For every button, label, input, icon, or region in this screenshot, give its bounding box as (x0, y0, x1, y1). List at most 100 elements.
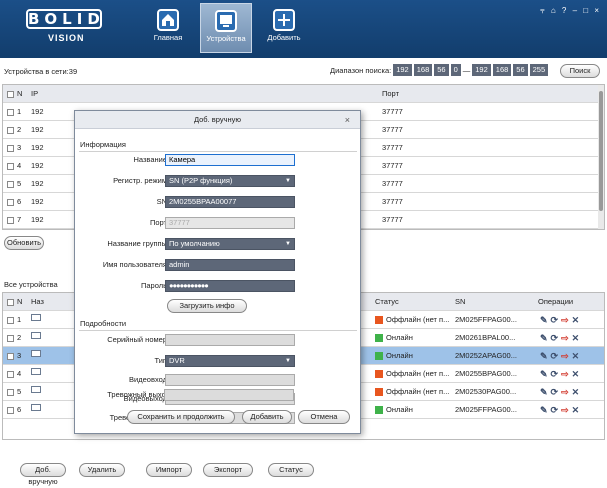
row-checkbox[interactable] (7, 352, 14, 360)
refresh-icon[interactable]: ⟳ (551, 315, 562, 325)
row-checkbox[interactable] (7, 162, 14, 170)
username-field[interactable]: admin (165, 259, 295, 271)
nav-devices[interactable]: Устройства (200, 3, 252, 53)
details-section-title: Подробности (80, 319, 127, 328)
row-sn: 2M0261BPAL00... (455, 333, 516, 342)
dialog-title: Доб. вручную (75, 111, 360, 129)
row-checkbox[interactable] (7, 198, 14, 206)
row-checkbox[interactable] (7, 108, 14, 116)
ip-from-3[interactable]: 56 (434, 64, 449, 76)
row-checkbox[interactable] (7, 406, 14, 414)
row-ip: 192 (31, 125, 44, 134)
col-status: Статус (375, 297, 399, 306)
row-checkbox[interactable] (7, 370, 14, 378)
edit-icon[interactable]: ✎ (540, 387, 551, 397)
export-icon[interactable]: ⇨ (561, 315, 572, 325)
import-button[interactable]: Импорт (146, 463, 192, 477)
password-field[interactable]: ●●●●●●●●●●● (165, 280, 295, 292)
export-button[interactable]: Экспорт (203, 463, 253, 477)
search-button[interactable]: Поиск (560, 64, 600, 78)
ip-to-1[interactable]: 192 (472, 64, 491, 76)
refresh-icon[interactable]: ⟳ (551, 387, 562, 397)
export-icon[interactable]: ⇨ (561, 387, 572, 397)
row-n: 5 (17, 387, 22, 396)
save-continue-button[interactable]: Сохранить и продолжить (127, 410, 235, 424)
export-icon[interactable]: ⇨ (561, 369, 572, 379)
nav-add[interactable]: Добавить (258, 3, 310, 53)
refresh-icon[interactable]: ⟳ (551, 369, 562, 379)
logo-main: BOLID (26, 9, 105, 29)
refresh-icon[interactable]: ⟳ (551, 333, 562, 343)
cancel-button[interactable]: Отмена (298, 410, 350, 424)
refresh-icon[interactable]: ⟳ (551, 351, 562, 361)
edit-icon[interactable]: ✎ (540, 351, 551, 361)
select-all-devices-checkbox[interactable] (7, 298, 14, 306)
delete-button[interactable]: Удалить (79, 463, 125, 477)
refresh-button[interactable]: Обновить (4, 236, 44, 250)
edit-icon[interactable]: ✎ (540, 369, 551, 379)
device-type-icon (31, 365, 41, 383)
row-checkbox[interactable] (7, 316, 14, 324)
delete-icon[interactable]: ✕ (572, 405, 583, 415)
export-icon[interactable]: ⇨ (561, 405, 572, 415)
row-checkbox[interactable] (7, 126, 14, 134)
window-controls[interactable]: ⫧ ⌂ ? – □ × (540, 6, 599, 16)
add-icon (273, 9, 295, 31)
row-checkbox[interactable] (7, 388, 14, 396)
row-checkbox[interactable] (7, 216, 14, 224)
ip-from-4[interactable]: 0 (450, 64, 461, 76)
refresh-icon[interactable]: ⟳ (551, 405, 562, 415)
row-sn: 2M02530PAG00... (455, 387, 517, 396)
video-in-field[interactable] (165, 374, 295, 386)
group-select[interactable]: По умолчанию ▼ (165, 238, 295, 250)
group-label: Название группы (107, 239, 167, 248)
row-status: Оффлайн (нет п... (386, 369, 450, 378)
export-icon[interactable]: ⇨ (561, 351, 572, 361)
serial-field[interactable] (165, 334, 295, 346)
port-field[interactable]: 37777 (165, 217, 295, 229)
info-section-title: Информация (80, 140, 126, 149)
row-checkbox[interactable] (7, 144, 14, 152)
network-scrollbar[interactable] (598, 85, 604, 229)
all-devices-title: Все устройства (4, 280, 58, 289)
export-icon[interactable]: ⇨ (561, 333, 572, 343)
row-port: 37777 (382, 179, 403, 188)
status-button[interactable]: Статус (268, 463, 314, 477)
type-select[interactable]: DVR ▼ (165, 355, 295, 367)
edit-icon[interactable]: ✎ (540, 333, 551, 343)
name-field[interactable]: Камера (165, 154, 295, 166)
row-checkbox[interactable] (7, 334, 14, 342)
row-checkbox[interactable] (7, 180, 14, 188)
alarm-out-field[interactable] (164, 389, 294, 401)
add-button[interactable]: Добавить (242, 410, 292, 424)
delete-icon[interactable]: ✕ (572, 369, 583, 379)
sn-field[interactable]: 2M0255BPAA00077 (165, 196, 295, 208)
delete-icon[interactable]: ✕ (572, 315, 583, 325)
delete-icon[interactable]: ✕ (572, 333, 583, 343)
load-info-button[interactable]: Загрузить инфо (167, 299, 247, 313)
ip-from-2[interactable]: 168 (413, 64, 433, 76)
chevron-down-icon: ▼ (285, 241, 291, 247)
delete-icon[interactable]: ✕ (572, 387, 583, 397)
nav-home[interactable]: Главная (142, 3, 194, 53)
ip-to-2[interactable]: 168 (492, 64, 512, 76)
select-all-checkbox[interactable] (7, 90, 14, 98)
row-sn: 2M0252APAG00... (455, 351, 517, 360)
row-port: 37777 (382, 215, 403, 224)
delete-icon[interactable]: ✕ (572, 351, 583, 361)
add-manually-button[interactable]: Доб. вручную (20, 463, 66, 486)
ip-from-1[interactable]: 192 (393, 64, 412, 76)
add-manually-dialog: Доб. вручную × Информация Название Камер… (74, 110, 361, 434)
edit-icon[interactable]: ✎ (540, 405, 551, 415)
row-port: 37777 (382, 107, 403, 116)
network-devices-title: Устройства в сети:39 (4, 67, 78, 76)
reg-mode-select[interactable]: SN (P2P функция) ▼ (165, 175, 295, 187)
row-port: 37777 (382, 197, 403, 206)
row-ip: 192 (31, 161, 44, 170)
edit-icon[interactable]: ✎ (540, 315, 551, 325)
status-indicator (375, 316, 383, 325)
close-icon[interactable]: × (345, 111, 350, 129)
col-n: N (17, 297, 23, 306)
ip-to-3[interactable]: 56 (513, 64, 528, 76)
ip-to-4[interactable]: 255 (529, 64, 549, 76)
